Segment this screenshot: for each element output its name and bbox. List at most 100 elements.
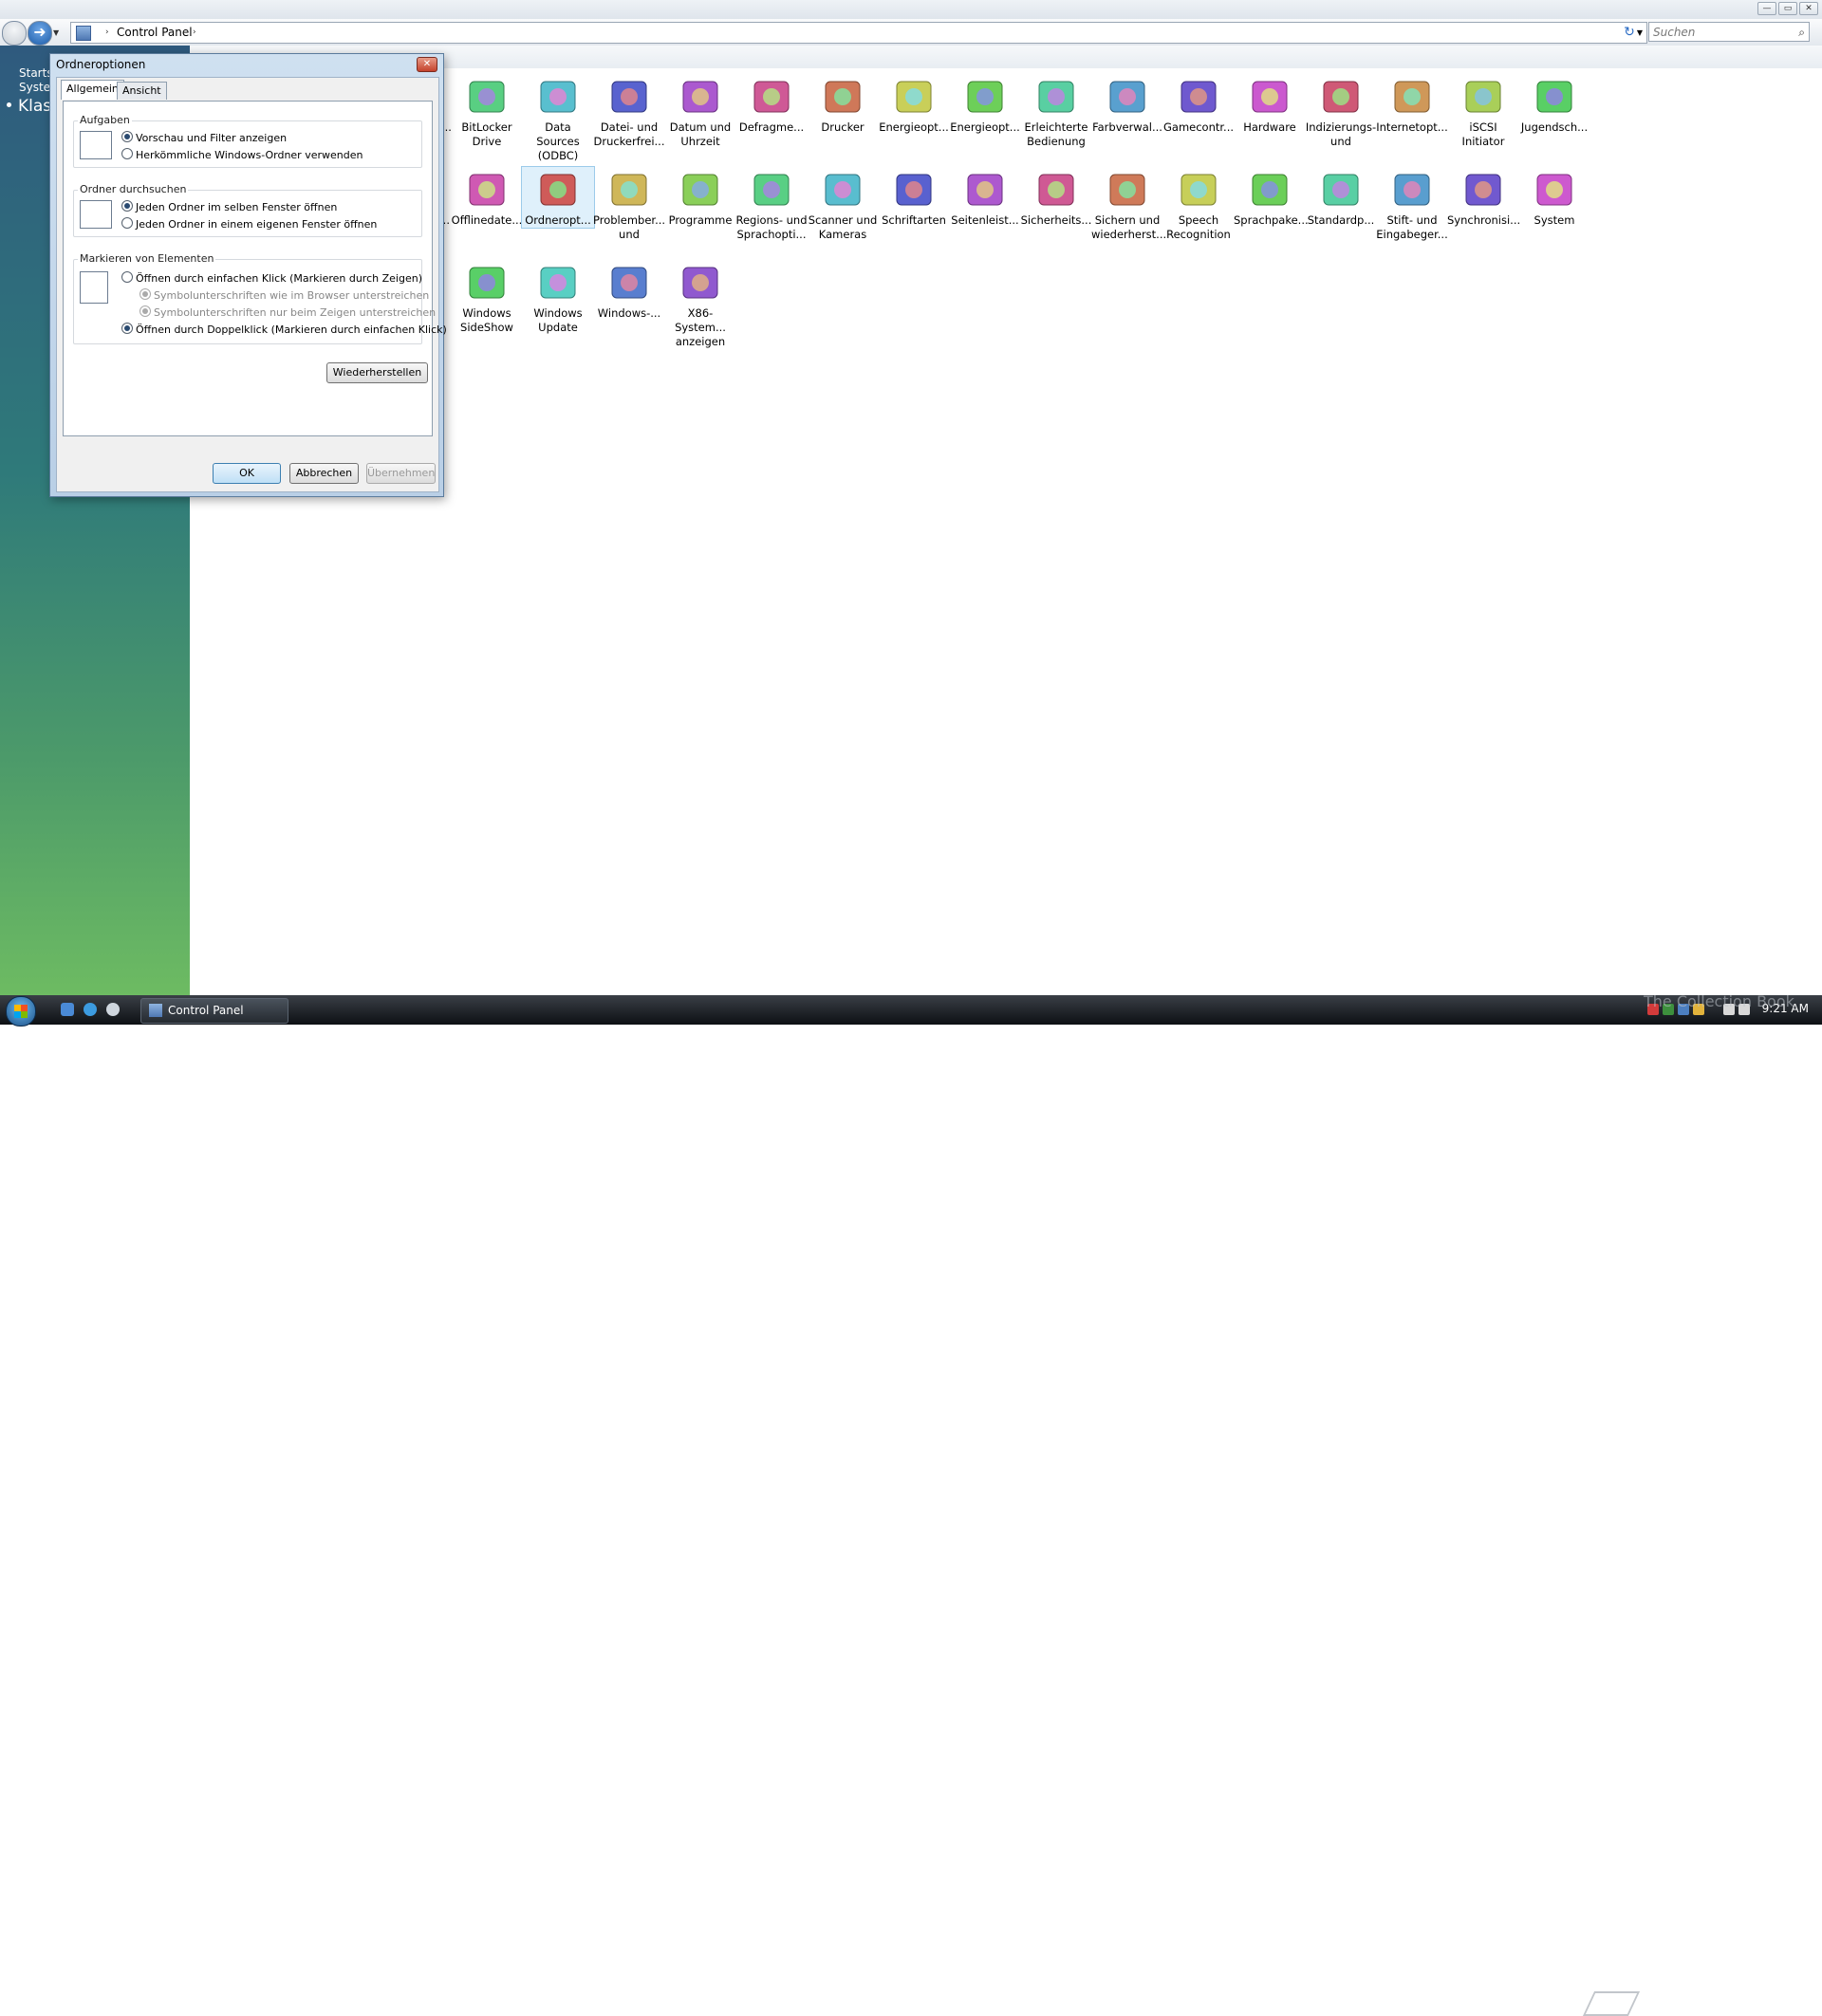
option-classic-folders[interactable]: Herkömmliche Windows-Ordner verwenden xyxy=(121,148,363,161)
indexing-icon xyxy=(1318,74,1364,120)
show-desktop-icon[interactable] xyxy=(61,1003,74,1016)
internet-options-icon xyxy=(1389,74,1435,120)
forward-button[interactable]: ➜ xyxy=(28,21,52,46)
search-input[interactable]: Suchen ⌕ xyxy=(1648,22,1810,42)
control-panel-item[interactable]: Internetopt... xyxy=(1376,74,1448,135)
radio-show-preview[interactable] xyxy=(121,131,133,142)
control-panel-item[interactable]: Windows-... xyxy=(593,260,665,321)
tab-view[interactable]: Ansicht xyxy=(117,82,167,100)
file-printer-sharing-icon xyxy=(606,74,652,120)
control-panel-item[interactable]: Windows SideShow xyxy=(451,260,523,335)
control-panel-item[interactable]: Erleichterte Bedienung xyxy=(1020,74,1092,149)
radio-own-window[interactable] xyxy=(121,217,133,229)
control-panel-item-label: Hardware xyxy=(1243,120,1296,134)
control-panel-item[interactable]: Windows Update xyxy=(522,260,594,335)
back-button[interactable] xyxy=(2,21,27,46)
option-underline-browser[interactable]: Symbolunterschriften wie im Browser unte… xyxy=(139,288,429,302)
close-window-button[interactable]: ✕ xyxy=(1799,2,1818,15)
radio-underline-browser[interactable] xyxy=(139,288,151,300)
address-bar[interactable]: › Control Panel › ▼ xyxy=(70,22,1647,44)
maximize-button[interactable]: ▭ xyxy=(1778,2,1797,15)
control-panel-item[interactable]: Sicherheits... xyxy=(1020,167,1092,228)
option-double-click[interactable]: Öffnen durch Doppelklick (Markieren durc… xyxy=(121,323,447,336)
breadcrumb-root-separator[interactable]: › xyxy=(105,23,109,43)
control-panel-item[interactable]: Synchronisi... xyxy=(1447,167,1520,228)
control-panel-item[interactable]: Datum und Uhrzeit xyxy=(664,74,736,149)
breadcrumb-separator[interactable]: › xyxy=(193,23,196,43)
radio-underline-hover[interactable] xyxy=(139,305,151,317)
control-panel-item[interactable]: Regions- und Sprachopti... xyxy=(735,167,808,242)
option-same-window[interactable]: Jeden Ordner im selben Fenster öffnen xyxy=(121,200,337,213)
control-panel-item[interactable]: Stift- und Eingabeger... xyxy=(1376,167,1448,242)
taskbar-control-panel-button[interactable]: Control Panel xyxy=(140,998,288,1024)
bitlocker-icon xyxy=(464,74,510,120)
control-panel-item[interactable]: Jugendsch... xyxy=(1518,74,1590,135)
recent-pages-dropdown-icon[interactable]: ▼ xyxy=(53,28,59,37)
radio-single-click[interactable] xyxy=(121,271,133,283)
control-panel-item[interactable]: Hardware xyxy=(1234,74,1306,135)
apply-button[interactable]: Übernehmen xyxy=(366,463,436,484)
control-panel-item[interactable]: Ordneropt... xyxy=(521,166,595,229)
control-panel-item-label: Defragme... xyxy=(738,120,805,134)
control-panel-item[interactable]: Energieopt... xyxy=(878,74,950,135)
control-panel-item-label: Seitenleist... xyxy=(951,213,1019,227)
control-panel-item[interactable]: Schriftarten xyxy=(878,167,950,228)
minimize-button[interactable]: — xyxy=(1757,2,1776,15)
control-panel-item[interactable]: Defragme... xyxy=(735,74,808,135)
dialog-body: Allgemein Ansicht Aufgaben Vorschau und … xyxy=(56,77,447,492)
control-panel-item[interactable]: iSCSI Initiator xyxy=(1447,74,1519,149)
option-underline-hover[interactable]: Symbolunterschriften nur beim Zeigen unt… xyxy=(139,305,436,319)
refresh-icon[interactable]: ↻ xyxy=(1621,24,1638,41)
radio-classic-folders[interactable] xyxy=(121,148,133,159)
option-single-click[interactable]: Öffnen durch einfachen Klick (Markieren … xyxy=(121,271,422,285)
control-panel-item[interactable]: Indizierungs- und xyxy=(1305,74,1377,149)
classic-view-link[interactable]: Klas xyxy=(18,97,51,116)
sideshow-icon xyxy=(464,260,510,305)
color-management-icon xyxy=(1105,74,1150,120)
folder-options-dialog: Ordneroptionen ✕ Allgemein Ansicht Aufga… xyxy=(49,53,447,497)
control-panel-item[interactable]: BitLocker Drive xyxy=(451,74,523,149)
control-panel-item[interactable]: Datei- und Druckerfrei... xyxy=(593,74,665,149)
control-panel-item[interactable]: Problember... und xyxy=(593,167,665,242)
control-panel-item[interactable]: System xyxy=(1518,167,1590,228)
control-panel-item[interactable]: Energieopt... xyxy=(949,74,1021,135)
control-panel-item[interactable]: Data Sources (ODBC) xyxy=(522,74,594,163)
breadcrumb-control-panel[interactable]: Control Panel xyxy=(117,23,193,43)
tab-general[interactable]: Allgemein xyxy=(61,80,124,100)
control-panel-item[interactable]: Gamecontr... xyxy=(1162,74,1235,135)
option-show-preview[interactable]: Vorschau und Filter anzeigen xyxy=(121,131,287,144)
control-panel-item[interactable]: Standardp... xyxy=(1305,167,1377,228)
control-panel-item-label: System xyxy=(1534,213,1575,227)
option-own-window[interactable]: Jeden Ordner in einem eigenen Fenster öf… xyxy=(121,217,377,231)
radio-double-click[interactable] xyxy=(121,323,133,334)
control-panel-item[interactable]: Speech Recognition xyxy=(1162,167,1235,242)
control-panel-item[interactable]: Offlinedate... xyxy=(451,167,523,228)
cancel-button[interactable]: Abbrechen xyxy=(289,463,359,484)
scanner-camera-icon xyxy=(820,167,865,213)
problem-reports-icon xyxy=(606,167,652,213)
control-panel-item[interactable]: Farbverwal... xyxy=(1091,74,1163,135)
internet-explorer-icon[interactable] xyxy=(84,1003,97,1016)
control-panel-item-label: Erleichterte Bedienung xyxy=(1024,120,1088,148)
dialog-close-button[interactable]: ✕ xyxy=(417,57,437,72)
control-panel-item[interactable]: Sichern und wiederherst... xyxy=(1091,167,1166,242)
control-panel-item[interactable]: Programme xyxy=(664,167,736,228)
radio-same-window[interactable] xyxy=(121,200,133,212)
defragmenter-icon xyxy=(749,74,794,120)
control-panel-item-label: Windows Update xyxy=(533,306,583,334)
control-panel-item[interactable]: Scanner und Kameras xyxy=(807,167,879,242)
cursor-click-icon xyxy=(80,271,108,304)
search-icon[interactable]: ⌕ xyxy=(1798,23,1805,43)
control-panel-item-label: Internetopt... xyxy=(1376,120,1448,134)
control-panel-item[interactable]: Drucker xyxy=(807,74,879,135)
switch-windows-icon[interactable] xyxy=(106,1003,120,1016)
restore-defaults-button[interactable]: Wiederherstellen xyxy=(326,362,428,383)
control-panel-item[interactable]: Sprachpake... xyxy=(1234,167,1309,228)
browse-folders-group-label: Ordner durchsuchen xyxy=(78,183,189,195)
ok-button[interactable]: OK xyxy=(213,463,281,484)
start-button[interactable] xyxy=(6,996,36,1026)
control-panel-item-label: Drucker xyxy=(821,120,865,134)
tasks-group-label: Aufgaben xyxy=(78,114,132,126)
control-panel-item[interactable]: Seitenleist... xyxy=(949,167,1021,228)
control-panel-item[interactable]: X86-System... anzeigen xyxy=(664,260,736,349)
